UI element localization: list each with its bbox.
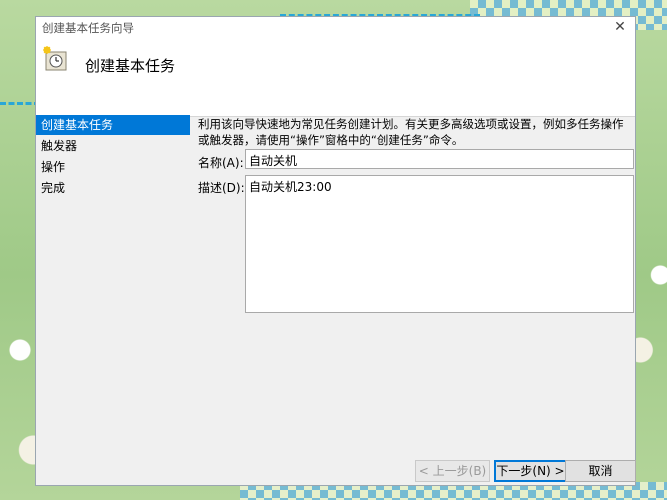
description-field[interactable]: 自动关机23:00 (245, 175, 634, 313)
cancel-button[interactable]: 取消 (565, 460, 636, 482)
wizard-steps-nav: 创建基本任务 触发器 操作 完成 (36, 115, 190, 199)
name-field[interactable]: 自动关机 (245, 149, 634, 169)
window-title: 创建基本任务向导 (42, 21, 134, 35)
instruction-text: 利用该向导快速地为常见任务创建计划。有关更多高级选项或设置，例如多任务操作或触发… (198, 117, 624, 147)
back-button[interactable]: < 上一步(B) (415, 460, 490, 482)
step-action[interactable]: 操作 (36, 157, 190, 177)
wallpaper-dash-left (0, 102, 40, 105)
wizard-footer: < 上一步(B) 下一步(N) > 取消 (36, 455, 636, 485)
wizard-dialog: 创建基本任务向导 ✕ 创建基本任务 创建基本任务 触发器 操作 完成 利用该向导… (35, 16, 636, 486)
step-create-basic-task[interactable]: 创建基本任务 (36, 115, 190, 135)
description-label: 描述(D): (198, 181, 245, 195)
close-button[interactable]: ✕ (611, 18, 629, 36)
wizard-content: 利用该向导快速地为常见任务创建计划。有关更多高级选项或设置，例如多任务操作或触发… (198, 116, 634, 313)
step-finish[interactable]: 完成 (36, 178, 190, 198)
name-label: 名称(A): (198, 156, 244, 170)
step-trigger[interactable]: 触发器 (36, 136, 190, 156)
title-bar[interactable]: 创建基本任务向导 ✕ (36, 17, 635, 38)
task-clock-icon (43, 46, 67, 71)
page-title: 创建基本任务 (85, 57, 176, 75)
wizard-header: 创建基本任务 (36, 38, 635, 117)
next-button[interactable]: 下一步(N) > (494, 460, 567, 482)
